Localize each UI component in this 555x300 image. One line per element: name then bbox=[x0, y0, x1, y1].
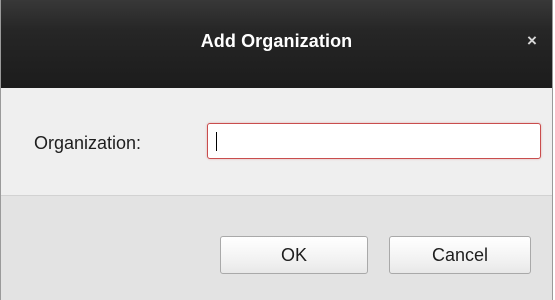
dialog-content: Organization: bbox=[1, 88, 552, 195]
add-organization-dialog: Add Organization × Organization: OK Canc… bbox=[0, 0, 553, 300]
dialog-footer: OK Cancel bbox=[1, 196, 552, 300]
ok-button[interactable]: OK bbox=[220, 236, 368, 274]
text-cursor bbox=[216, 132, 217, 151]
organization-input[interactable] bbox=[207, 123, 541, 159]
organization-label: Organization: bbox=[34, 133, 142, 153]
dialog-titlebar[interactable]: Add Organization × bbox=[1, 0, 552, 88]
cancel-button[interactable]: Cancel bbox=[389, 236, 531, 274]
dialog-title: Add Organization bbox=[200, 31, 353, 51]
close-icon[interactable]: × bbox=[522, 30, 542, 52]
